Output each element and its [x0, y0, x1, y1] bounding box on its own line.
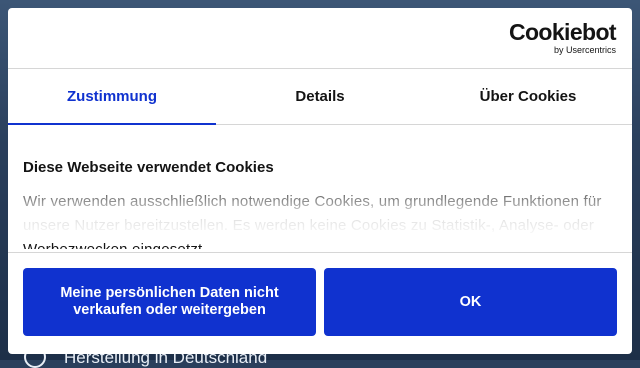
- cookie-consent-dialog: Cookiebot by Usercentrics Zustimmung Det…: [8, 8, 632, 354]
- dialog-header: Cookiebot by Usercentrics: [8, 8, 632, 69]
- do-not-sell-button[interactable]: Meine persönlichen Daten nicht verkaufen…: [23, 268, 316, 336]
- tab-details[interactable]: Details: [216, 69, 424, 124]
- tab-ueber-cookies[interactable]: Über Cookies: [424, 69, 632, 124]
- tab-bar: Zustimmung Details Über Cookies: [8, 69, 632, 125]
- button-bar: Meine persönlichen Daten nicht verkaufen…: [8, 252, 632, 354]
- tab-zustimmung[interactable]: Zustimmung: [8, 69, 216, 125]
- cookiebot-logo: Cookiebot by Usercentrics: [508, 19, 617, 55]
- logo-name: Cookiebot: [508, 19, 617, 45]
- ok-button[interactable]: OK: [324, 268, 617, 336]
- content-title: Diese Webseite verwendet Cookies: [23, 159, 274, 176]
- consent-content: Diese Webseite verwendet Cookies Wir ver…: [8, 125, 632, 249]
- content-fade: [8, 179, 632, 239]
- logo-sub: by Usercentrics: [553, 45, 616, 55]
